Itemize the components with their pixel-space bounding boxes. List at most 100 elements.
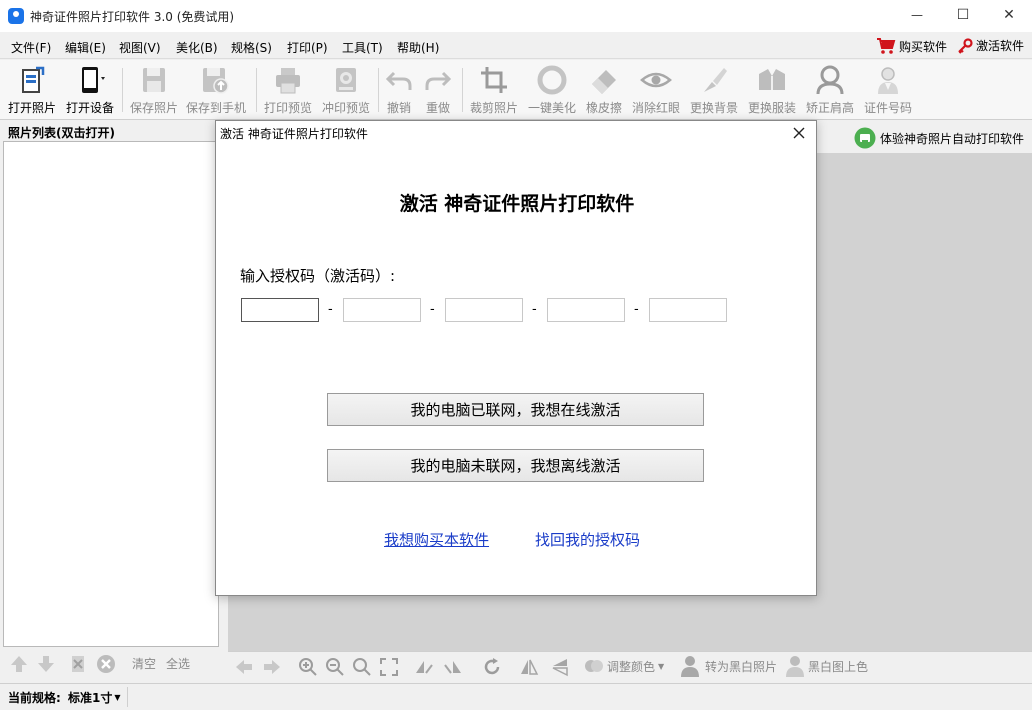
menu-tools[interactable]: 工具(T)	[342, 39, 383, 56]
dialog-heading: 激活 神奇证件照片打印软件	[399, 193, 635, 215]
spec-value: 标准1寸	[68, 691, 113, 705]
minimize-icon: —	[911, 8, 923, 22]
retrieve-license-link[interactable]: 找回我的授权码	[535, 529, 640, 550]
buy-software-link[interactable]: 购买软件	[876, 37, 947, 55]
colorize-person-icon	[786, 656, 804, 677]
red-eye-button[interactable]: 消除红眼	[627, 64, 685, 116]
menu-beautify[interactable]: 美化(B)	[176, 39, 218, 56]
flip-vertical-icon[interactable]	[550, 657, 570, 677]
open-photo-label: 打开照片	[7, 101, 56, 115]
beautify-icon	[537, 65, 567, 95]
status-bar: 当前规格: 标准1寸 ▼	[0, 683, 1032, 710]
red-eye-icon	[640, 72, 672, 88]
toolbar-separator	[122, 68, 123, 112]
bw-colorize-label: 黑白图上色	[808, 659, 869, 674]
eraser-icon	[592, 70, 616, 94]
license-code-field-3[interactable]	[445, 298, 523, 322]
shoulder-label: 矫正肩高	[805, 101, 854, 115]
change-background-icon	[704, 68, 727, 92]
dialog-close-button[interactable]	[788, 123, 810, 143]
spec-selector[interactable]: 标准1寸 ▼	[68, 689, 121, 706]
auto-print-icon	[854, 127, 876, 149]
open-photo-button[interactable]: 打开照片	[3, 64, 61, 116]
refresh-icon[interactable]	[482, 657, 502, 677]
minimize-button[interactable]: —	[894, 0, 940, 30]
print-preview-button[interactable]: 打印预览	[259, 64, 317, 116]
fullscreen-icon[interactable]	[379, 657, 399, 677]
zoom-in-icon[interactable]	[298, 657, 318, 677]
buy-software-label: 购买软件	[899, 39, 948, 54]
license-code-field-5[interactable]	[649, 298, 727, 322]
code-dash: -	[430, 302, 435, 317]
menu-edit[interactable]: 编辑(E)	[65, 39, 106, 56]
crop-button[interactable]: 裁剪照片	[465, 64, 523, 116]
flip-horizontal-icon[interactable]	[519, 657, 539, 677]
menu-file[interactable]: 文件(F)	[11, 39, 51, 56]
id-number-label: 证件号码	[863, 101, 912, 115]
menu-view[interactable]: 视图(V)	[119, 39, 161, 56]
next-arrow-icon[interactable]	[262, 657, 282, 677]
redo-button[interactable]: 重做	[409, 64, 467, 116]
save-photo-button[interactable]: 保存照片	[125, 64, 183, 116]
save-photo-icon	[143, 68, 165, 92]
eraser-button[interactable]: 橡皮擦	[575, 64, 633, 116]
online-activate-button[interactable]: 我的电脑已联网，我想在线激活	[327, 393, 704, 426]
crop-icon	[481, 67, 507, 93]
person-icon	[681, 656, 699, 677]
activate-software-label: 激活软件	[976, 39, 1025, 53]
zoom-fit-icon[interactable]	[352, 657, 372, 677]
prev-arrow-icon[interactable]	[234, 657, 254, 677]
open-photo-icon	[22, 66, 45, 93]
license-code-field-1[interactable]	[241, 298, 319, 322]
eraser-label: 橡皮擦	[585, 101, 622, 115]
close-button[interactable]: ✕	[986, 0, 1032, 30]
delete-file-icon[interactable]	[68, 654, 88, 674]
develop-preview-icon	[336, 68, 356, 92]
zoom-out-icon[interactable]	[325, 657, 345, 677]
buy-software-dialog-link[interactable]: 我想购买本软件	[384, 529, 489, 550]
menu-help[interactable]: 帮助(H)	[397, 39, 439, 56]
close-icon: ✕	[1003, 7, 1015, 23]
print-preview-icon	[276, 68, 300, 94]
license-code-field-2[interactable]	[343, 298, 421, 322]
license-code-label: 输入授权码（激活码）:	[240, 267, 396, 285]
bw-colorize-button[interactable]: 黑白图上色	[785, 655, 868, 677]
rotate-left-icon[interactable]	[414, 657, 434, 677]
change-clothes-label: 更换服装	[747, 101, 796, 115]
menu-spec[interactable]: 规格(S)	[231, 39, 272, 56]
rotate-right-icon[interactable]	[443, 657, 463, 677]
adjust-color-button[interactable]: 调整颜色 ▼	[584, 657, 664, 675]
menu-print[interactable]: 打印(P)	[287, 39, 328, 56]
license-code-field-4[interactable]	[547, 298, 625, 322]
auto-print-link[interactable]: 体验神奇照片自动打印软件	[854, 127, 1024, 149]
redo-label: 重做	[425, 101, 450, 115]
change-clothes-icon	[759, 69, 785, 90]
activate-software-link[interactable]: 激活软件	[957, 37, 1024, 54]
cart-icon	[877, 38, 896, 54]
select-all-button[interactable]: 全选	[166, 655, 190, 672]
adjust-color-label: 调整颜色	[607, 659, 656, 674]
app-logo-icon	[8, 8, 24, 24]
photo-list[interactable]	[3, 141, 219, 647]
maximize-icon: ☐	[956, 7, 970, 23]
beautify-button[interactable]: 一键美化	[523, 64, 581, 116]
change-background-button[interactable]: 更换背景	[685, 64, 743, 116]
move-up-icon[interactable]	[9, 654, 29, 674]
move-down-icon[interactable]	[36, 654, 56, 674]
activation-dialog: 激活 神奇证件照片打印软件 激活 神奇证件照片打印软件 输入授权码（激活码）: …	[215, 120, 817, 596]
offline-activate-button[interactable]: 我的电脑未联网，我想离线激活	[327, 449, 704, 482]
photo-list-title: 照片列表(双击打开)	[8, 126, 115, 140]
save-to-phone-button[interactable]: 保存到手机	[186, 64, 247, 116]
to-bw-label: 转为黑白照片	[705, 659, 778, 674]
id-number-button[interactable]: 证件号码	[859, 64, 917, 116]
clear-button[interactable]: 清空	[132, 655, 156, 672]
to-bw-button[interactable]: 转为黑白照片	[680, 655, 777, 677]
develop-preview-button[interactable]: 冲印预览	[317, 64, 375, 116]
maximize-button[interactable]: ☐	[940, 0, 986, 30]
save-to-phone-label: 保存到手机	[186, 101, 247, 115]
menu-bar: 文件(F) 编辑(E) 视图(V) 美化(B) 规格(S) 打印(P) 工具(T…	[0, 33, 1032, 59]
change-clothes-button[interactable]: 更换服装	[743, 64, 801, 116]
remove-icon[interactable]	[96, 654, 116, 674]
open-device-button[interactable]: 打开设备	[61, 64, 119, 116]
shoulder-button[interactable]: 矫正肩高	[801, 64, 859, 116]
